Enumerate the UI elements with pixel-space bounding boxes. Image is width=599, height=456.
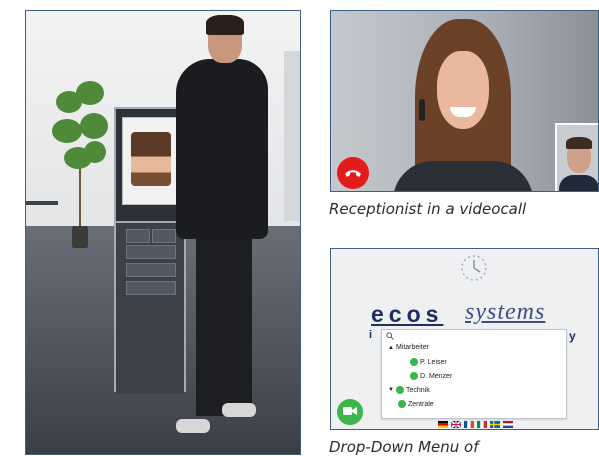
contact-name: D. Menzer <box>420 372 453 380</box>
online-status-icon <box>395 386 404 394</box>
kiosk-panel <box>126 245 176 259</box>
video-camera-icon <box>343 403 357 421</box>
kiosk-panel <box>126 263 176 277</box>
kiosk-photo <box>25 10 301 455</box>
group-label: Mitarbeiter <box>395 344 430 351</box>
tagline-fragment-right: y <box>569 329 576 343</box>
self-view-hair <box>566 137 592 149</box>
group-row-mitarbeiter[interactable]: ▲ Mitarbeiter <box>388 344 429 351</box>
videocall-caption: Receptionist in a videocall <box>329 200 527 218</box>
kiosk-screen <box>122 117 180 205</box>
tagline-fragment-left: i <box>369 329 373 341</box>
language-selector <box>438 421 513 428</box>
collapse-arrow-icon[interactable]: ▲ <box>388 345 394 351</box>
systems-logo-text: systems <box>465 299 546 325</box>
group-row-technik[interactable]: ▼ Technik <box>388 386 430 394</box>
self-view-shirt <box>559 175 598 191</box>
person-hair <box>206 15 244 35</box>
uk-flag-icon[interactable] <box>451 421 461 428</box>
group-label: Technik <box>405 386 430 394</box>
receptionist-shirt <box>393 161 533 191</box>
plant-pot <box>72 226 88 248</box>
it-flag-icon[interactable] <box>477 421 487 428</box>
staff-directory-window: ecos systems i y ▲ Mitarbeiter P. Leiser… <box>330 248 599 430</box>
plant-leaf <box>84 141 106 163</box>
plant-leaf <box>76 81 104 105</box>
plant-leaf <box>80 113 108 139</box>
dropdown-caption: Drop-Down Menu of <box>329 438 479 456</box>
staff-dropdown[interactable]: ▲ Mitarbeiter P. Leiser D. Menzer ▼ Tech… <box>381 329 567 419</box>
headset <box>419 99 425 121</box>
nl-flag-icon[interactable] <box>503 421 513 428</box>
se-flag-icon[interactable] <box>490 421 500 428</box>
phone-hangup-icon <box>344 165 362 182</box>
person-shoe <box>176 419 210 433</box>
contact-row[interactable]: P. Leiser <box>410 358 447 366</box>
online-status-icon <box>398 400 406 408</box>
expand-arrow-icon[interactable]: ▼ <box>388 387 394 393</box>
kiosk-screen-face <box>131 132 171 186</box>
fr-flag-icon[interactable] <box>464 421 474 428</box>
contact-name: P. Leiser <box>420 358 447 366</box>
person-body <box>176 59 268 239</box>
contact-name: Zentrale <box>408 400 434 408</box>
kiosk-panel <box>126 281 176 295</box>
plant-leaf <box>52 119 82 143</box>
contact-row[interactable]: D. Menzer <box>410 372 452 380</box>
start-video-call-button[interactable] <box>337 399 363 425</box>
hangup-button[interactable] <box>337 157 369 189</box>
receptionist-face <box>437 51 489 129</box>
kiosk-body <box>116 221 184 394</box>
clock-icon <box>461 255 487 281</box>
online-status-icon <box>410 358 418 366</box>
videocall-window <box>330 10 599 192</box>
de-flag-icon[interactable] <box>438 421 448 428</box>
ecos-logo-text: ecos <box>371 301 444 327</box>
window <box>284 51 300 221</box>
kiosk-panel <box>126 229 150 243</box>
person-legs <box>196 236 252 416</box>
person-shoe <box>222 403 256 417</box>
kiosk-panel <box>152 229 176 243</box>
contact-row[interactable]: Zentrale <box>398 400 434 408</box>
table <box>26 201 58 265</box>
self-view-video[interactable] <box>555 123 598 191</box>
online-status-icon <box>410 372 418 380</box>
search-icon[interactable] <box>386 332 394 342</box>
